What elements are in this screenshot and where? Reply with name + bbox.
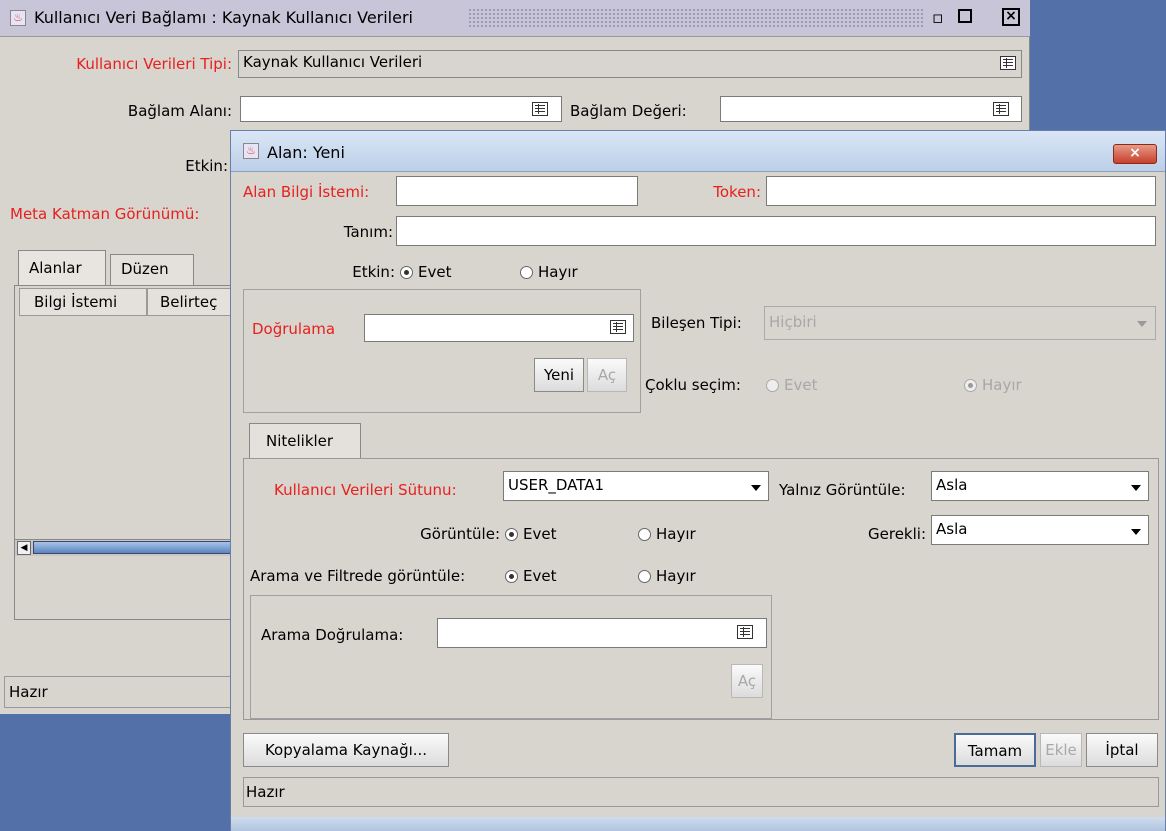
multi-select-label: Çoklu seçim:	[645, 376, 741, 394]
chevron-down-icon	[1131, 485, 1141, 491]
display-no-radio[interactable]: Hayır	[638, 525, 696, 543]
enabled-no-radio[interactable]: Hayır	[520, 263, 578, 281]
validation-input[interactable]	[364, 314, 634, 342]
chevron-down-icon	[751, 485, 761, 491]
display-label: Görüntüle:	[420, 525, 500, 543]
attributes-tab-panel: Kullanıcı Verileri Sütunu: USER_DATA1 Ya…	[243, 458, 1159, 720]
horizontal-scrollbar[interactable]: ◀	[15, 539, 235, 556]
context-value-label: Bağlam Değeri:	[570, 102, 687, 120]
required-select[interactable]: Asla	[931, 515, 1149, 545]
fields-tab-panel: Bilgi İstemi Belirteç ◀	[14, 285, 237, 620]
context-value-input[interactable]	[720, 96, 1022, 122]
add-button[interactable]: Ekle	[1040, 733, 1082, 767]
close-icon[interactable]: ×	[1113, 144, 1157, 164]
restore-icon[interactable]	[958, 9, 972, 23]
token-input[interactable]	[766, 176, 1156, 206]
chevron-down-icon	[1131, 529, 1141, 535]
component-type-select[interactable]: Hiçbiri	[764, 306, 1156, 340]
validation-label: Doğrulama	[252, 320, 336, 338]
radio-selected-icon	[505, 528, 518, 541]
radio-unselected-icon	[638, 570, 651, 583]
enabled-label: Etkin:	[185, 157, 228, 175]
token-label: Token:	[713, 183, 761, 201]
dialog-status-bar: Hazır	[243, 777, 1159, 807]
multi-select-no-radio[interactable]: Hayır	[964, 376, 1022, 394]
field-prompt-input[interactable]	[396, 176, 638, 206]
radio-unselected-icon	[638, 528, 651, 541]
description-input[interactable]	[396, 216, 1156, 246]
column-header-prompt[interactable]: Bilgi İstemi	[19, 288, 147, 316]
search-open-button[interactable]: Aç	[731, 664, 763, 698]
java-app-icon: ♨	[10, 10, 26, 26]
cancel-button[interactable]: İptal	[1086, 733, 1158, 767]
dialog-title-bar[interactable]: ♨ Alan: Yeni ×	[231, 131, 1165, 172]
context-field-input[interactable]	[240, 96, 562, 122]
search-validation-label: Arama Doğrulama:	[261, 626, 404, 644]
context-field-lookup-icon[interactable]	[532, 102, 548, 116]
user-data-column-label: Kullanıcı Verileri Sütunu:	[274, 481, 457, 499]
dialog-title: Alan: Yeni	[267, 143, 345, 162]
component-type-label: Bileşen Tipi:	[651, 314, 742, 332]
radio-selected-icon	[505, 570, 518, 583]
radio-selected-icon	[964, 379, 977, 392]
validation-lookup-icon[interactable]	[610, 320, 626, 334]
user-data-type-field: Kaynak Kullanıcı Verileri	[238, 50, 1022, 78]
dialog-bottom-border	[231, 817, 1165, 831]
field-prompt-label: Alan Bilgi İstemi:	[243, 183, 370, 201]
tab-attributes[interactable]: Nitelikler	[249, 423, 361, 459]
context-value-lookup-icon[interactable]	[993, 102, 1009, 116]
tab-layout[interactable]: Düzen	[110, 254, 194, 286]
radio-unselected-icon	[520, 266, 533, 279]
scroll-thumb[interactable]	[33, 541, 233, 554]
ok-button[interactable]: Tamam	[954, 733, 1036, 767]
search-filter-yes-radio[interactable]: Evet	[505, 567, 556, 585]
user-data-type-label: Kullanıcı Verileri Tipi:	[76, 55, 232, 73]
java-app-icon: ♨	[243, 143, 259, 159]
minimize-icon[interactable]: ▫	[932, 8, 944, 28]
radio-selected-icon	[400, 266, 413, 279]
user-data-column-select[interactable]: USER_DATA1	[503, 471, 769, 501]
display-yes-radio[interactable]: Evet	[505, 525, 556, 543]
multi-select-yes-radio[interactable]: Evet	[766, 376, 817, 394]
search-validation-lookup-icon[interactable]	[737, 625, 753, 639]
description-label: Tanım:	[343, 223, 393, 241]
user-data-type-lookup-icon[interactable]	[1000, 56, 1016, 70]
search-validation-input[interactable]	[437, 618, 767, 648]
dialog-window: ♨ Alan: Yeni × Alan Bilgi İstemi: Token:…	[230, 130, 1166, 831]
meta-layer-label: Meta Katman Görünümü:	[10, 205, 200, 223]
display-only-label: Yalnız Görüntüle:	[779, 481, 906, 499]
back-window-title-bar[interactable]: ♨ Kullanıcı Veri Bağlamı : Kaynak Kullan…	[0, 0, 1030, 37]
enabled-yes-radio[interactable]: Evet	[400, 263, 451, 281]
new-button[interactable]: Yeni	[534, 358, 584, 392]
open-button[interactable]: Aç	[587, 358, 627, 392]
close-icon[interactable]: ×	[1002, 8, 1020, 26]
required-label: Gerekli:	[868, 525, 926, 543]
context-field-label: Bağlam Alanı:	[127, 102, 232, 120]
column-header-token[interactable]: Belirteç	[147, 288, 237, 316]
title-bar-pattern	[468, 8, 924, 28]
enabled-label: Etkin:	[352, 263, 395, 281]
tab-fields[interactable]: Alanlar	[18, 250, 106, 286]
validation-groupbox: Doğrulama Yeni Aç	[243, 289, 641, 413]
back-window-title: Kullanıcı Veri Bağlamı : Kaynak Kullanıc…	[34, 8, 413, 27]
chevron-down-icon	[1137, 321, 1147, 327]
radio-unselected-icon	[766, 379, 779, 392]
search-filter-display-label: Arama ve Filtrede görüntüle:	[250, 567, 466, 585]
scroll-left-arrow[interactable]: ◀	[17, 541, 31, 555]
copy-from-button[interactable]: Kopyalama Kaynağı...	[243, 733, 449, 767]
search-filter-no-radio[interactable]: Hayır	[638, 567, 696, 585]
display-only-select[interactable]: Asla	[931, 471, 1149, 501]
search-validation-groupbox: Arama Doğrulama: Aç	[250, 595, 772, 719]
